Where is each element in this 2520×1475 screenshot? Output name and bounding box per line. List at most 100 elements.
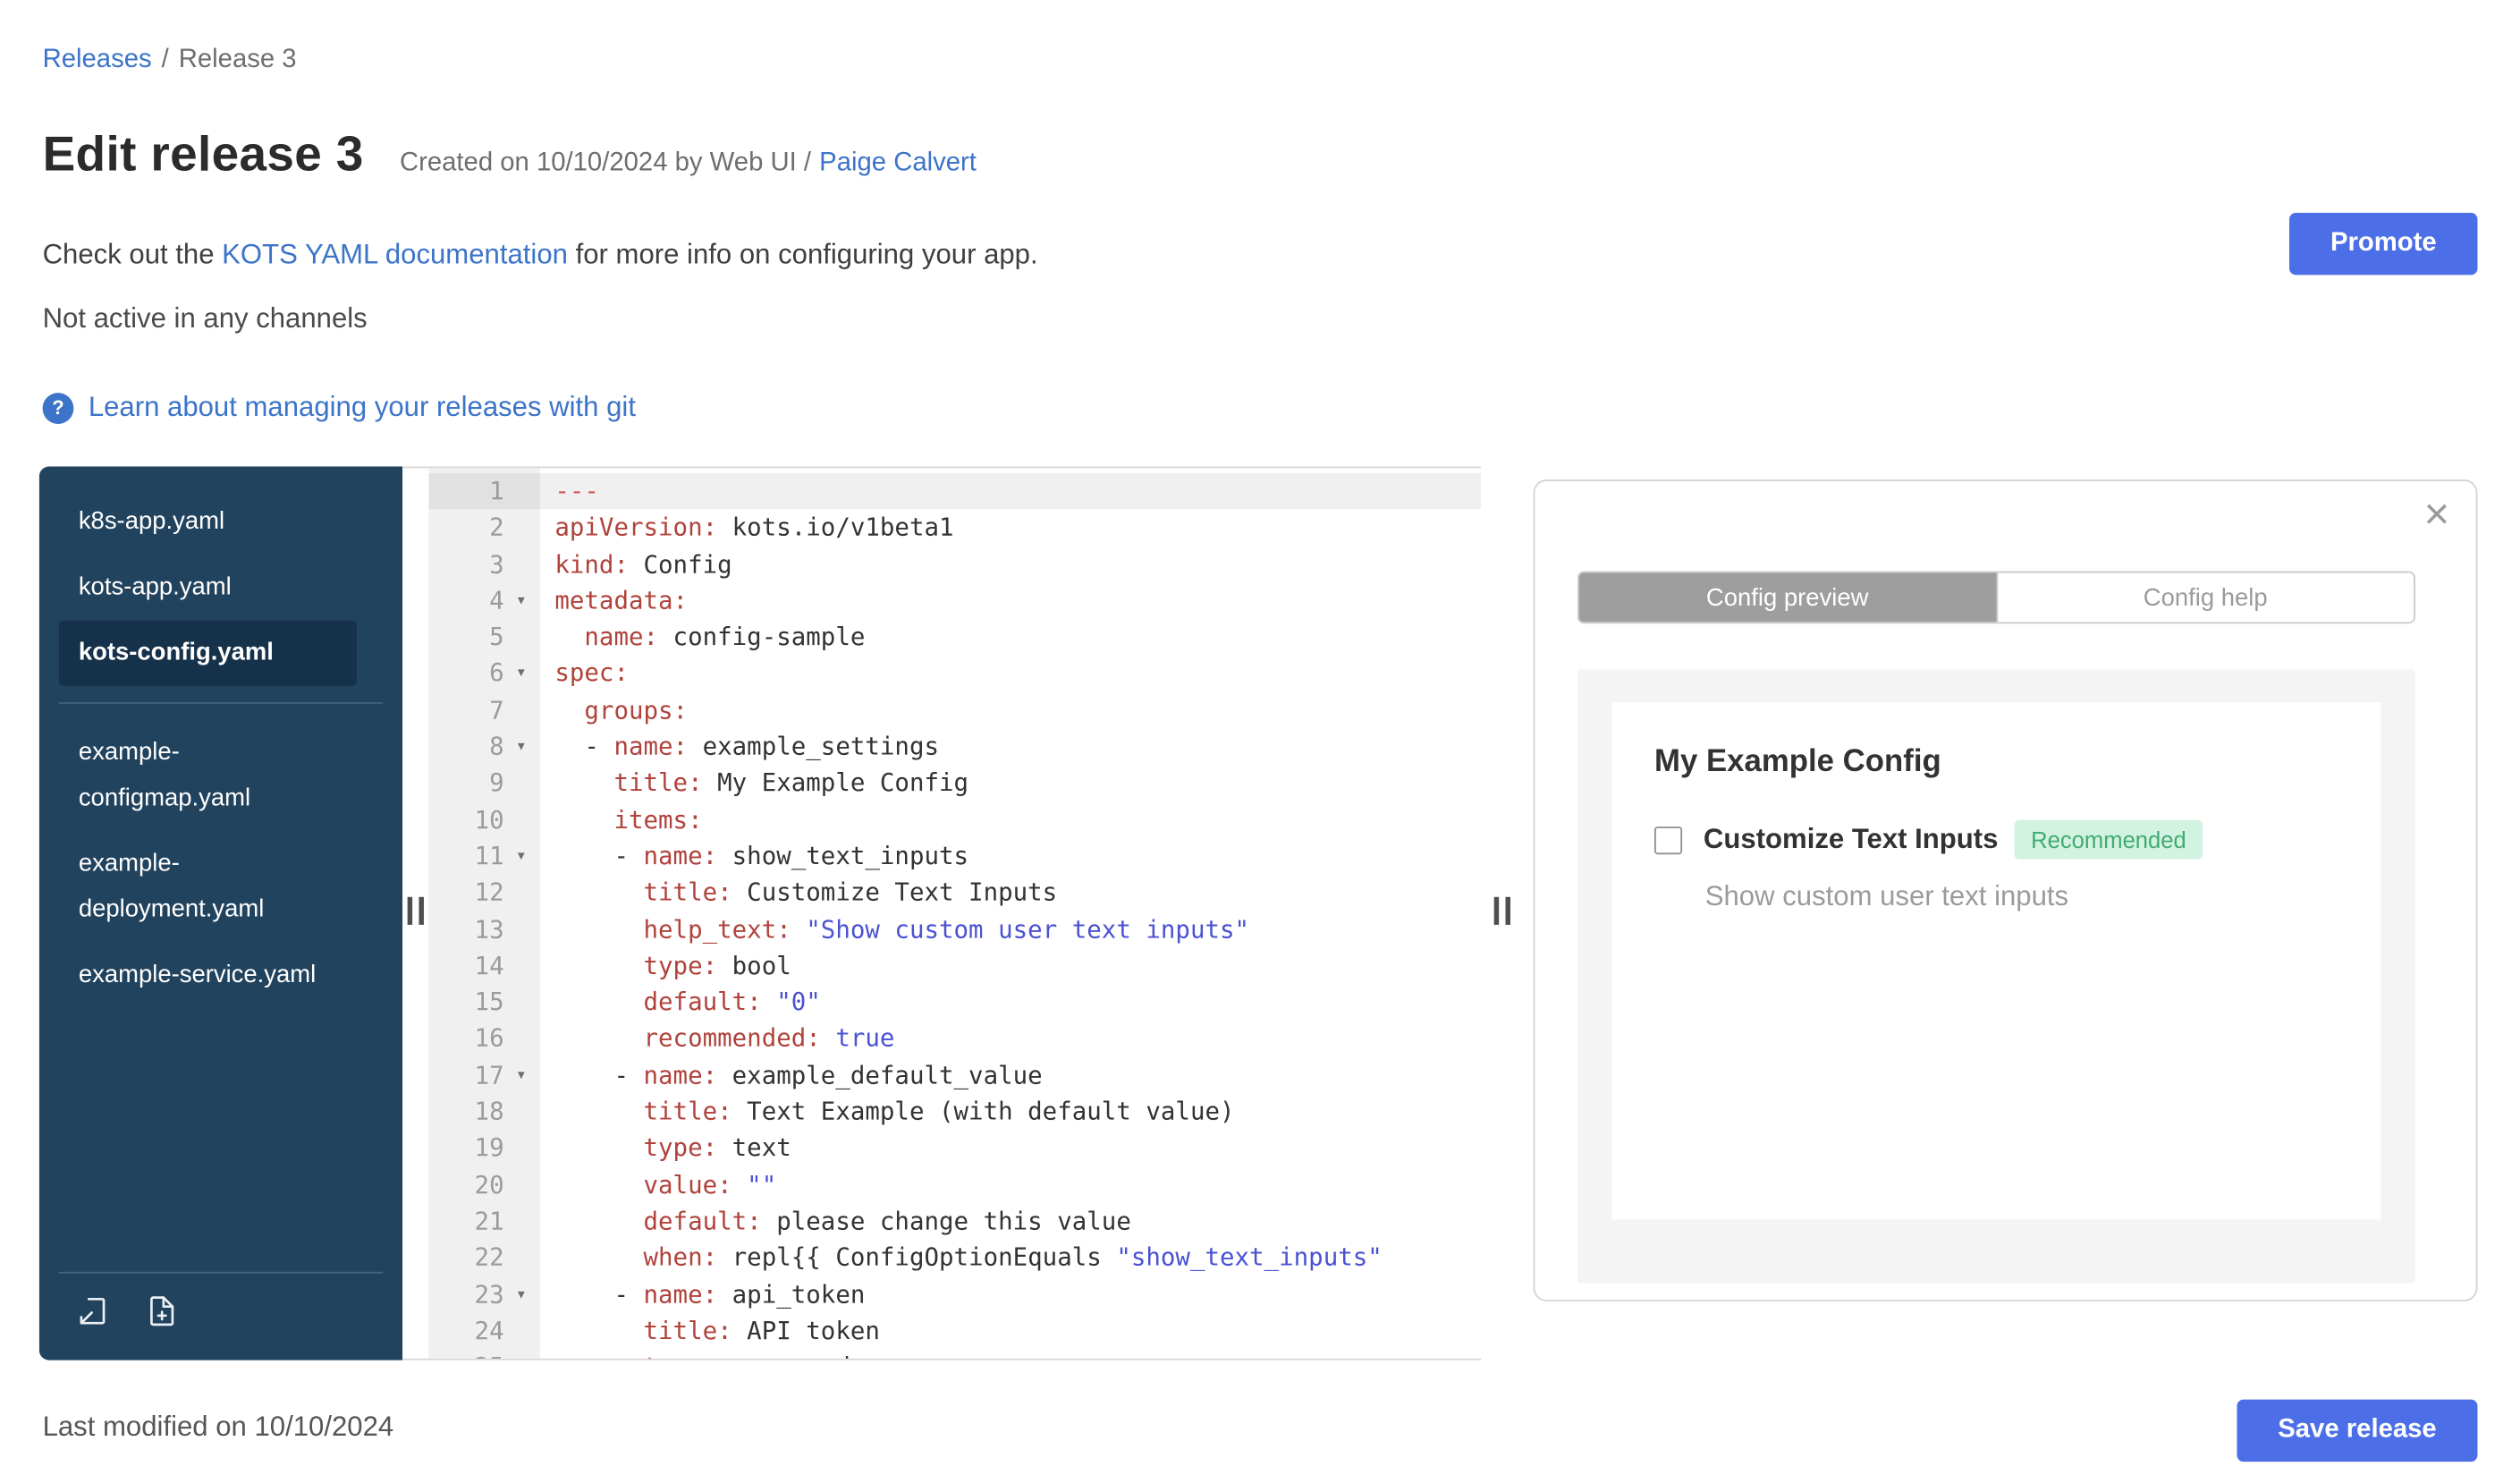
code-text[interactable]: help_text: "Show custom user text inputs…	[540, 911, 1481, 947]
line-number-18: 18	[474, 1097, 504, 1127]
breadcrumb-releases-link[interactable]: Releases	[43, 46, 152, 73]
fold-arrow-icon[interactable]: ▾	[509, 1276, 533, 1312]
code-line-6[interactable]: 6 ▾ spec:	[428, 656, 1481, 692]
channel-status: Not active in any channels	[42, 302, 368, 335]
code-text[interactable]: spec:	[540, 656, 1481, 692]
customize-text-inputs-checkbox[interactable]	[1654, 826, 1683, 854]
code-text[interactable]: type: password	[540, 1349, 1481, 1359]
code-text[interactable]: - name: example_settings	[540, 728, 1481, 765]
code-line-20[interactable]: 20 value: ""	[428, 1166, 1481, 1203]
code-line-18[interactable]: 18 title: Text Example (with default val…	[428, 1093, 1481, 1130]
code-text[interactable]: metadata:	[540, 582, 1481, 619]
fold-arrow-icon[interactable]: ▾	[509, 728, 533, 765]
code-line-16[interactable]: 16 recommended: true	[428, 1021, 1481, 1057]
code-text[interactable]: title: Text Example (with default value)	[540, 1093, 1481, 1130]
code-text[interactable]: default: "0"	[540, 984, 1481, 1021]
code-line-12[interactable]: 12 title: Customize Text Inputs	[428, 875, 1481, 911]
fold-arrow-icon[interactable]: ▾	[509, 1057, 533, 1094]
code-line-23[interactable]: 23 ▾ - name: api_token	[428, 1276, 1481, 1312]
created-text: Created on 10/10/2024 by Web UI /	[399, 148, 812, 177]
code-line-3[interactable]: 3 kind: Config	[428, 546, 1481, 582]
line-number-6: 6 ▾	[428, 656, 539, 692]
code-line-1[interactable]: 1 ---	[428, 472, 1482, 510]
save-release-button[interactable]: Save release	[2237, 1399, 2478, 1462]
editor-preview-resize-handle[interactable]	[1493, 896, 1510, 925]
code-line-11[interactable]: 11 ▾ - name: show_text_inputs	[428, 838, 1481, 875]
code-text[interactable]: ---	[539, 472, 1482, 510]
code-text[interactable]: groups:	[540, 692, 1481, 729]
import-file-icon[interactable]	[75, 1293, 111, 1337]
code-text[interactable]: kind: Config	[540, 546, 1481, 582]
code-line-17[interactable]: 17 ▾ - name: example_default_value	[428, 1057, 1481, 1094]
tab-config-preview[interactable]: Config preview	[1578, 572, 1996, 623]
file-item-example-service.yaml[interactable]: example-service.yaml	[59, 943, 357, 1008]
code-text[interactable]: title: My Example Config	[540, 765, 1481, 801]
code-text[interactable]: - name: example_default_value	[540, 1057, 1481, 1094]
code-line-22[interactable]: 22 when: repl{{ ConfigOptionEquals "show…	[428, 1240, 1481, 1276]
line-number-14: 14	[474, 950, 504, 980]
code-text[interactable]: type: bool	[540, 947, 1481, 984]
sidebar-editor-resize-handle[interactable]	[407, 896, 424, 925]
code-text[interactable]: value: ""	[540, 1166, 1481, 1203]
code-text[interactable]: title: API token	[540, 1312, 1481, 1349]
code-line-9[interactable]: 9 title: My Example Config	[428, 765, 1481, 801]
new-file-icon[interactable]	[144, 1293, 180, 1337]
code-line-2[interactable]: 2 apiVersion: kots.io/v1beta1	[428, 510, 1481, 547]
recommended-badge: Recommended	[2014, 819, 2203, 860]
line-number-24: 24	[474, 1315, 504, 1345]
code-line-10[interactable]: 10 items:	[428, 801, 1481, 838]
sidebar-footer	[58, 1271, 384, 1361]
code-text[interactable]: name: config-sample	[540, 619, 1481, 656]
file-item-example-configmap.yaml[interactable]: example-configmap.yaml	[59, 720, 357, 831]
config-group-title: My Example Config	[1654, 744, 1941, 780]
line-number-23: 23 ▾	[428, 1276, 539, 1312]
code-text[interactable]: apiVersion: kots.io/v1beta1	[540, 510, 1481, 547]
fold-arrow-icon[interactable]: ▾	[509, 582, 533, 619]
code-line-7[interactable]: 7 groups:	[428, 692, 1481, 729]
code-line-13[interactable]: 13 help_text: "Show custom user text inp…	[428, 911, 1481, 947]
code-line-21[interactable]: 21 default: please change this value	[428, 1203, 1481, 1240]
author-link[interactable]: Paige Calvert	[819, 149, 977, 177]
code-line-24[interactable]: 24 title: API token	[428, 1312, 1481, 1349]
code-text[interactable]: recommended: true	[540, 1021, 1481, 1057]
file-item-kots-app.yaml[interactable]: kots-app.yaml	[59, 555, 357, 620]
line-number-22: 22	[474, 1242, 504, 1273]
code-text[interactable]: default: please change this value	[540, 1203, 1481, 1240]
file-item-k8s-app.yaml[interactable]: k8s-app.yaml	[59, 489, 357, 555]
code-text[interactable]: items:	[540, 801, 1481, 838]
help-icon[interactable]: ?	[42, 392, 74, 424]
code-text[interactable]: - name: show_text_inputs	[540, 838, 1481, 875]
file-list: k8s-app.yaml kots-app.yaml kots-config.yam…	[39, 467, 402, 1009]
line-number-2: 2	[489, 513, 504, 543]
line-number-19: 19	[474, 1132, 504, 1163]
title-row: Edit release 3 Created on 10/10/2024 by …	[43, 128, 977, 183]
line-number-20: 20	[474, 1169, 504, 1199]
yaml-editor[interactable]: 1 --- 2 apiVersion: kots.io/v1beta1 3 kind: C…	[402, 466, 1482, 1361]
file-list-divider	[58, 702, 384, 704]
code-line-4[interactable]: 4 ▾ metadata:	[428, 582, 1481, 619]
tab-config-help[interactable]: Config help	[1995, 572, 2414, 623]
docs-line: Check out the KOTS YAML documentation fo…	[43, 239, 1038, 272]
code-text[interactable]: type: text	[540, 1130, 1481, 1166]
line-number-15: 15	[474, 987, 504, 1017]
git-releases-link[interactable]: Learn about managing your releases with …	[89, 391, 636, 424]
code-text[interactable]: - name: api_token	[540, 1276, 1481, 1312]
close-icon[interactable]: ×	[2423, 487, 2449, 540]
promote-button[interactable]: Promote	[2289, 212, 2478, 276]
fold-arrow-icon[interactable]: ▾	[509, 838, 533, 875]
file-item-example-deployment.yaml[interactable]: example-deployment.yaml	[59, 832, 357, 943]
code-line-5[interactable]: 5 name: config-sample	[428, 619, 1481, 656]
code-line-19[interactable]: 19 type: text	[428, 1130, 1481, 1166]
kots-yaml-docs-link[interactable]: KOTS YAML documentation	[222, 239, 568, 270]
code-text[interactable]: title: Customize Text Inputs	[540, 875, 1481, 911]
code-line-14[interactable]: 14 type: bool	[428, 947, 1481, 984]
code-line-25[interactable]: 25 type: password	[428, 1349, 1481, 1359]
code-text[interactable]: when: repl{{ ConfigOptionEquals "show_te…	[540, 1240, 1481, 1276]
fold-arrow-icon[interactable]: ▾	[509, 656, 533, 692]
file-item-kots-config.yaml[interactable]: kots-config.yaml	[58, 620, 357, 686]
code-line-8[interactable]: 8 ▾ - name: example_settings	[428, 728, 1481, 765]
code-line-15[interactable]: 15 default: "0"	[428, 984, 1481, 1021]
line-number-9: 9	[489, 767, 504, 798]
breadcrumb: Releases / Release 3	[43, 46, 297, 75]
config-form: My Example Config Customize Text Inputs …	[1611, 702, 2381, 1220]
